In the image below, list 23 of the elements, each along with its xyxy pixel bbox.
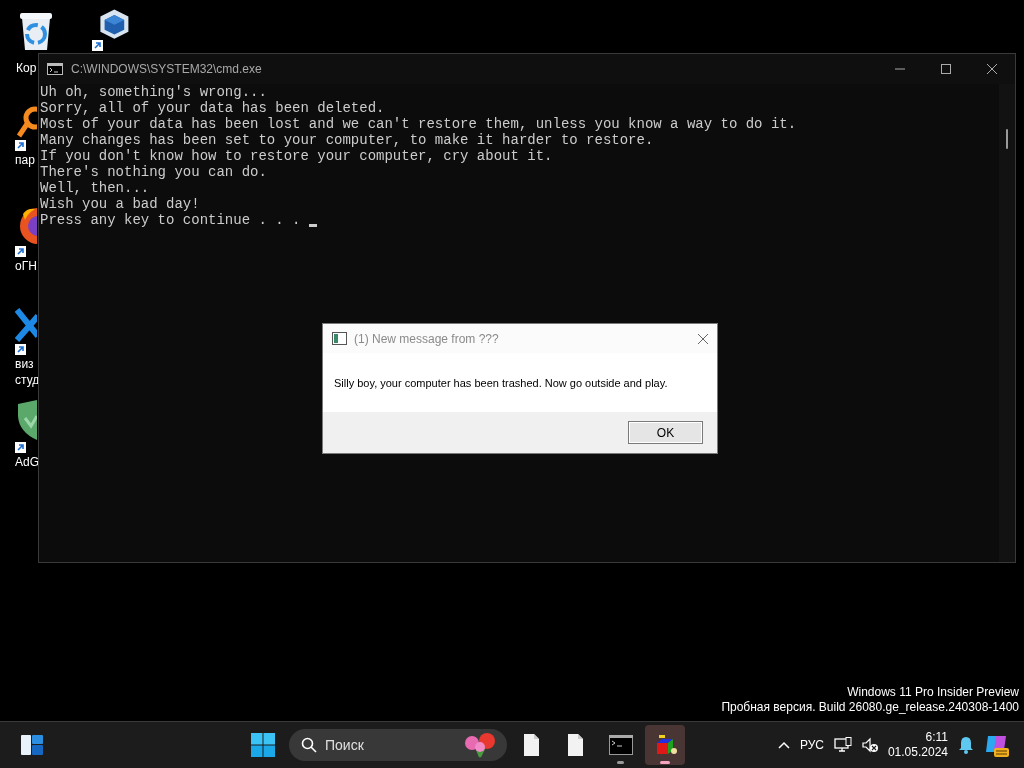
- dialog-title: (1) New message from ???: [354, 331, 500, 346]
- language-indicator[interactable]: РУС: [799, 738, 824, 752]
- search-field[interactable]: Поиск: [289, 729, 507, 761]
- icon-label[interactable]: оГН: [15, 258, 37, 274]
- ok-button[interactable]: OK: [628, 421, 703, 444]
- console-line: Many changes has been set to your computer, to make it harder to restore.: [40, 132, 654, 148]
- icon-label[interactable]: AdG: [15, 454, 39, 470]
- clock[interactable]: 6:11 01.05.2024: [887, 730, 948, 760]
- console-line: There's nothing you can do.: [40, 164, 267, 180]
- icon-label[interactable]: Кор: [16, 60, 37, 76]
- console-line: Uh oh, something's wrong...: [40, 84, 267, 100]
- console-line: Wish you a bad day!: [40, 196, 200, 212]
- icon-label[interactable]: пар: [15, 152, 35, 168]
- console-line: Sorry, all of your data has been deleted.: [40, 100, 385, 116]
- console-line: If you don't know how to restore your computer, cry about it.: [40, 148, 553, 164]
- icon-label[interactable]: виз: [15, 356, 34, 372]
- console-line: Well, then...: [40, 180, 150, 196]
- console-line: Press any key to continue . . .: [40, 212, 317, 228]
- dialog-message: Silly boy, your computer has been trashed. Now go outside and play.: [334, 376, 668, 389]
- console-line: Most of your data has been lost and we can't restore them, unless you know a way to do it.: [40, 116, 797, 132]
- watermark-text: Пробная версия. Build 26080.ge_release.240308-1400: [721, 700, 1019, 715]
- window-title: C:\WINDOWS\SYSTEM32\cmd.exe: [71, 62, 263, 76]
- watermark-text: Windows 11 Pro Insider Preview: [847, 685, 1019, 700]
